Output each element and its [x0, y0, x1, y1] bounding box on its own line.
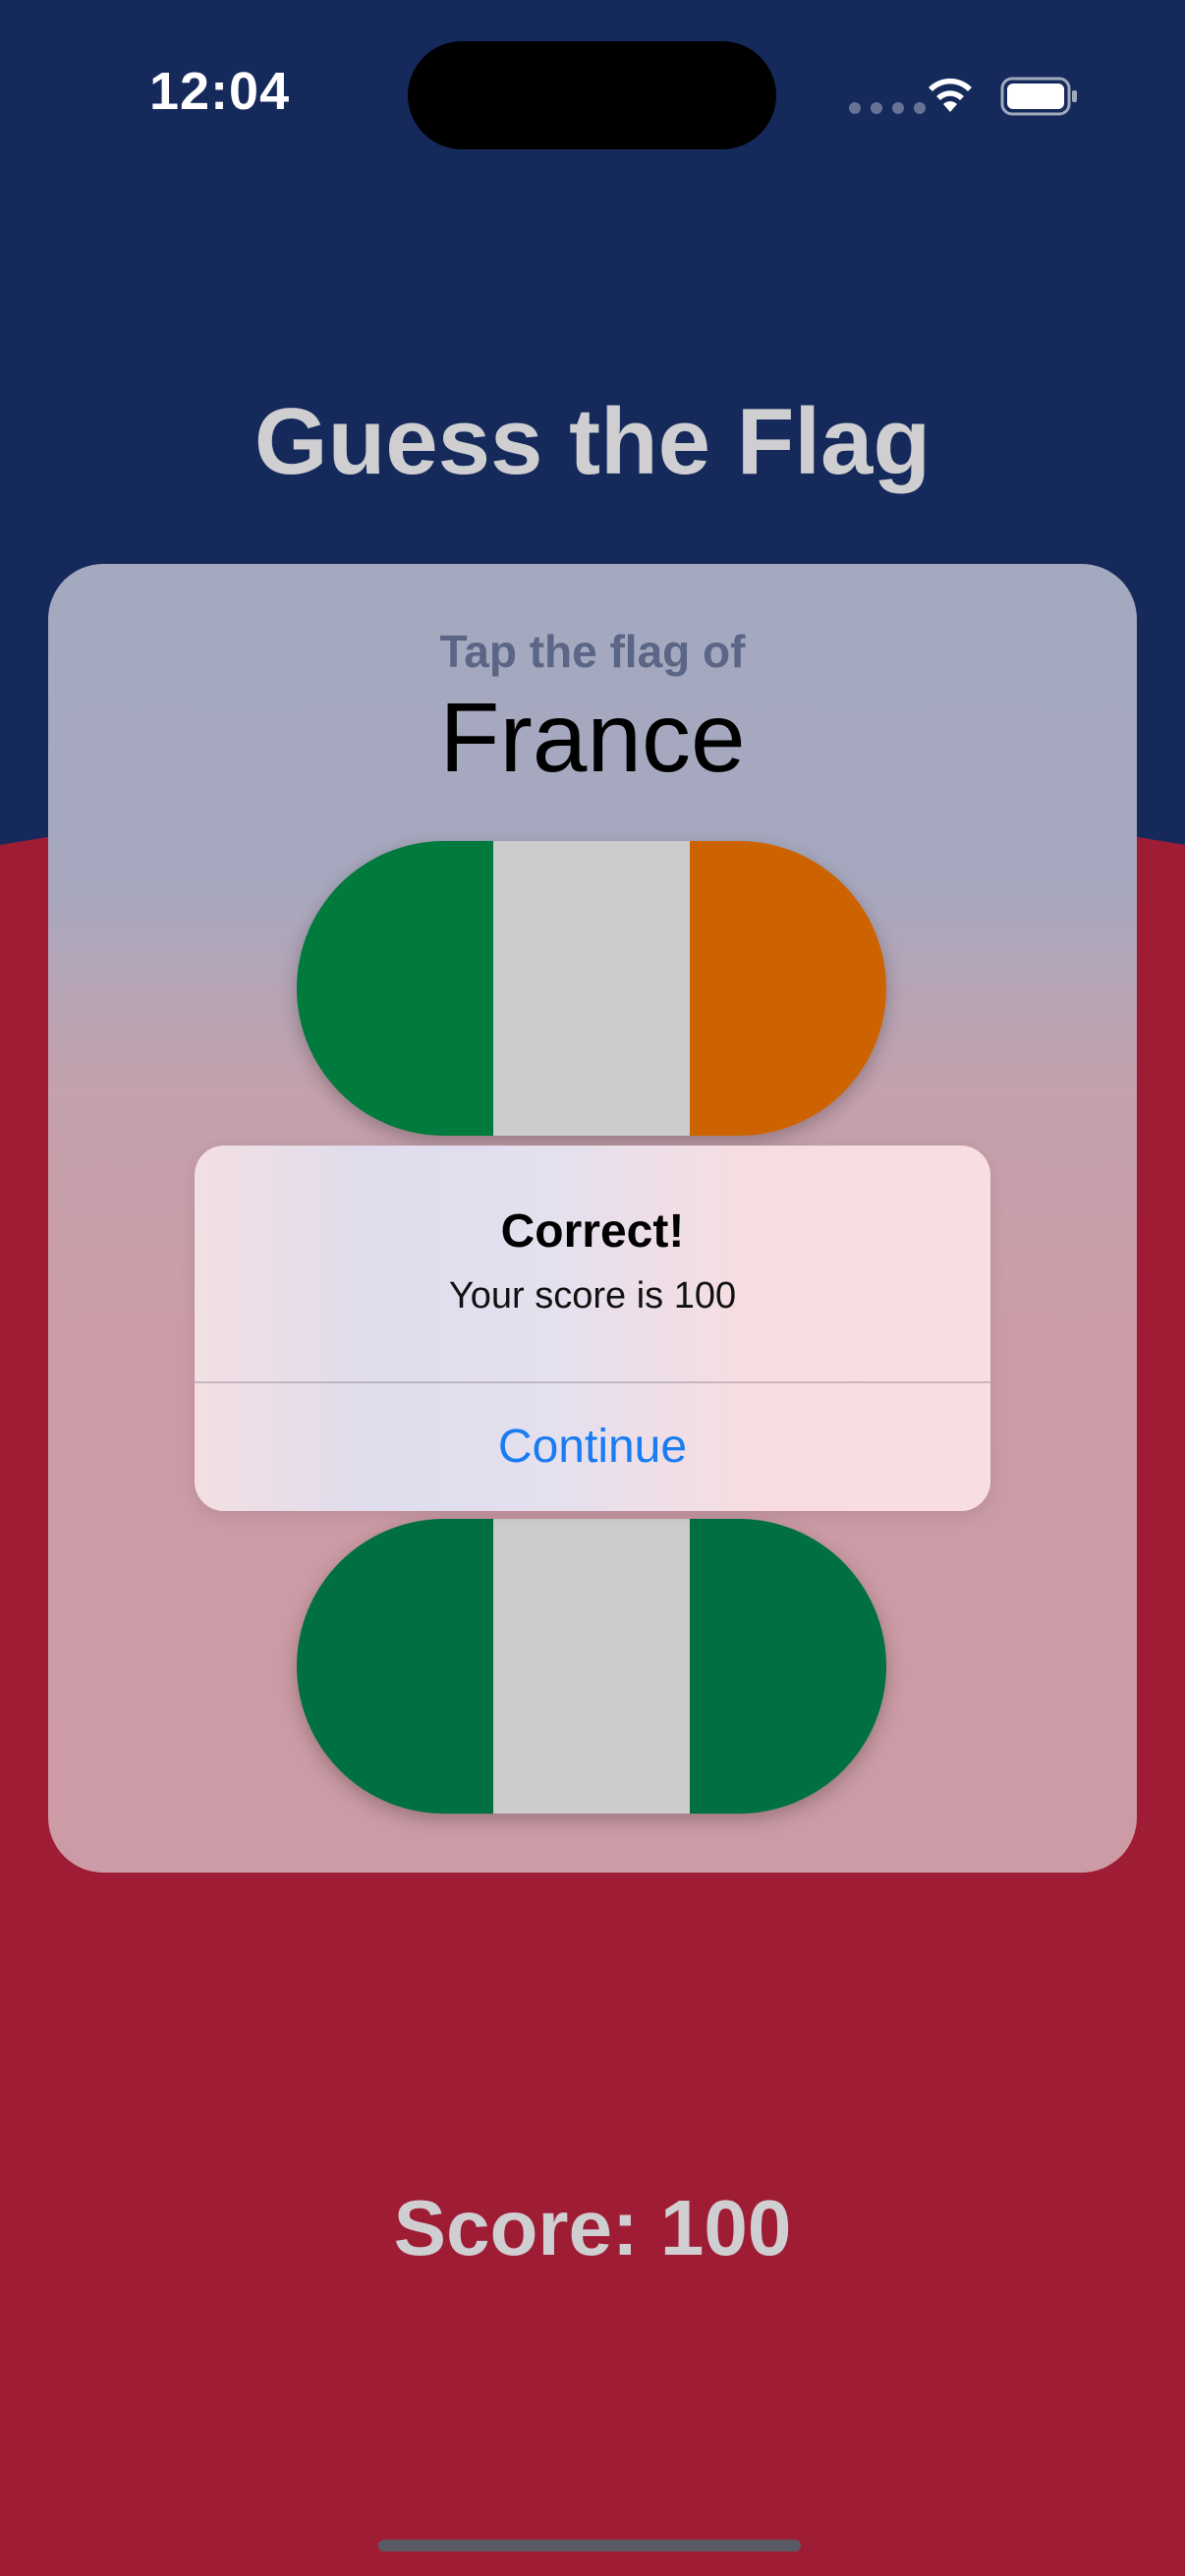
continue-button[interactable]: Continue — [195, 1383, 990, 1511]
country-name: France — [439, 683, 746, 793]
question-prompt: Tap the flag of — [439, 626, 746, 677]
result-alert: Correct! Your score is 100 Continue — [195, 1146, 990, 1511]
wifi-icon — [929, 78, 972, 112]
flag-stripe — [690, 1519, 886, 1814]
alert-title: Correct! — [500, 1205, 685, 1258]
flag-stripe — [297, 1519, 493, 1814]
flag-button-3[interactable] — [297, 1519, 886, 1814]
alert-message: Your score is 100 — [448, 1275, 737, 1316]
app-title: Guess the Flag — [254, 389, 931, 494]
home-indicator[interactable] — [378, 2540, 801, 2551]
signal-dots-icon — [849, 102, 926, 114]
status-time: 12:04 — [149, 62, 291, 121]
flag-stripe — [493, 1519, 690, 1814]
score-label: Score: 100 — [393, 2184, 792, 2271]
flag-button-1[interactable] — [297, 841, 886, 1136]
flag-stripe — [690, 841, 886, 1136]
flag-stripe — [493, 841, 690, 1136]
flag-stripe — [297, 841, 493, 1136]
battery-icon — [1000, 77, 1077, 116]
dynamic-island — [408, 41, 776, 149]
